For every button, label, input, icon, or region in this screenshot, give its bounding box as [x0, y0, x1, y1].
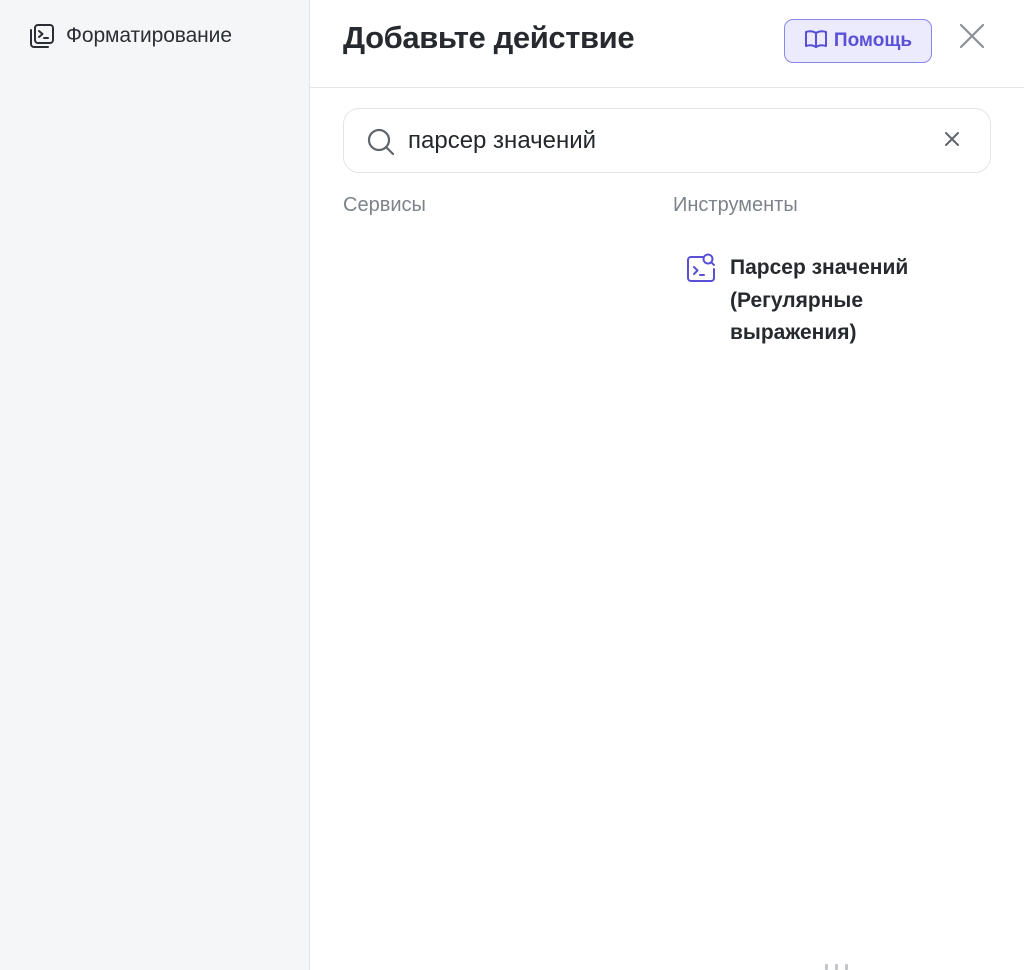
sidebar: Форматирование — [0, 0, 310, 970]
sidebar-item-label: Форматирование — [66, 24, 232, 47]
tools-heading: Инструменты — [673, 194, 798, 216]
panel-header: Добавьте действие Помощь — [310, 0, 1024, 88]
search-box — [343, 108, 991, 173]
sidebar-item-formatting[interactable]: Форматирование — [28, 20, 232, 52]
clear-search-button[interactable] — [940, 129, 964, 153]
close-button[interactable] — [954, 20, 990, 56]
search-input[interactable] — [408, 121, 928, 161]
help-button-label: Помощь — [833, 30, 913, 51]
page-title: Добавьте действие — [343, 20, 635, 55]
services-heading: Сервисы — [343, 194, 426, 216]
terminal-search-icon — [686, 252, 716, 284]
search-icon — [366, 127, 396, 157]
terminal-square-icon — [28, 22, 56, 50]
resize-handle[interactable] — [818, 964, 854, 970]
tool-item-label: Парсер значений (Регулярные выражения) — [730, 256, 909, 344]
book-open-icon — [804, 27, 828, 56]
close-icon — [958, 22, 986, 55]
tool-item-value-parser[interactable]: Парсер значений (Регулярные выражения) — [686, 252, 966, 350]
help-button[interactable]: Помощь — [784, 19, 932, 63]
add-action-panel: Добавьте действие Помощь парсер значений… — [310, 0, 1024, 970]
clear-icon — [944, 131, 960, 152]
